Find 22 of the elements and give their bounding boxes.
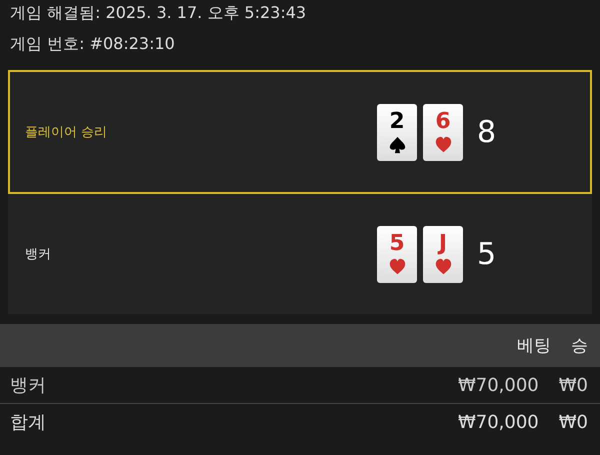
table-cell: ₩0 <box>558 412 588 432</box>
column-header: 승 <box>571 335 588 357</box>
hand-score: 5 <box>477 236 496 272</box>
hand-label: 뱅커 <box>25 246 52 263</box>
table-cell-text: 뱅커 <box>9 374 47 397</box>
card-rank: J <box>438 232 448 256</box>
game-number: 게임 번호: #08:23:10 <box>10 33 176 55</box>
table-cell-text: 합계 <box>9 411 47 434</box>
table-cell: ₩0 <box>558 374 588 396</box>
table-cell: ₩70,000 <box>458 374 539 396</box>
card-rank: 6 <box>435 110 451 134</box>
card-rank: 2 <box>389 110 405 134</box>
heart-icon <box>434 136 452 154</box>
hand-score: 8 <box>477 114 496 150</box>
heart-icon <box>388 258 406 276</box>
column-header: 베팅 <box>517 335 551 357</box>
card-rank: 5 <box>389 232 405 256</box>
hand-label: 플레이어 승리 <box>25 124 108 141</box>
resolved-time: 게임 해결됨: 2025. 3. 17. 오후 5:23:43 <box>10 2 308 24</box>
table-cell: ₩70,000 <box>458 412 539 432</box>
heart-icon <box>434 258 452 276</box>
spade-icon <box>388 136 406 154</box>
